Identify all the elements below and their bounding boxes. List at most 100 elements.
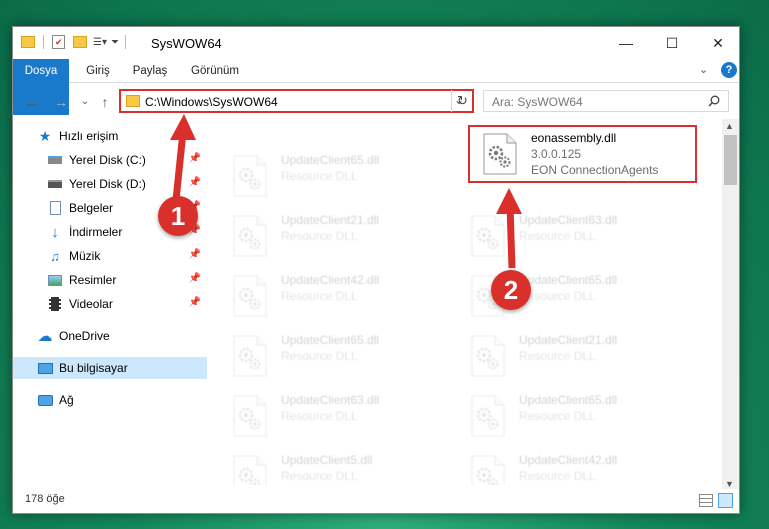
pin-icon[interactable]: 📌: [189, 177, 201, 188]
file-type: Resource DLL: [281, 349, 358, 363]
nav-music[interactable]: ♫ Müzik 📌: [47, 245, 205, 267]
file-item[interactable]: UpdateClient63.dll Resource DLL: [221, 389, 451, 445]
file-type: Resource DLL: [281, 289, 358, 303]
dll-file-icon: [471, 215, 505, 257]
dll-file-icon: [233, 215, 267, 257]
file-item[interactable]: UpdateClient42.dll Resource DLL: [459, 449, 689, 485]
pin-icon[interactable]: 📌: [189, 297, 201, 308]
file-item[interactable]: UpdateClient42.dll Resource DLL: [221, 269, 451, 325]
separator: [43, 35, 44, 49]
folder-icon: [126, 95, 140, 107]
close-button[interactable]: ✕: [695, 27, 741, 59]
pin-icon[interactable]: 📌: [189, 249, 201, 260]
nav-videos[interactable]: Videolar 📌: [47, 293, 205, 315]
ribbon-expand-icon[interactable]: ⌄: [699, 63, 708, 76]
title-bar: ✔ ☰▾ ⏷ SysWOW64 — ☐ ✕: [13, 27, 739, 59]
nav-local-disk-d[interactable]: Yerel Disk (D:) 📌: [47, 173, 205, 195]
refresh-button[interactable]: ↻: [451, 90, 473, 112]
file-item[interactable]: UpdateClient65.dll Resource DLL: [221, 149, 451, 205]
file-name: UpdateClient65.dll: [281, 333, 380, 347]
navigation-row: ← → ⌄ ↑ C:\Windows\SysWOW64 ⌄ ↻ Ara: Sys…: [13, 85, 739, 119]
back-button[interactable]: ←: [21, 91, 41, 113]
forward-button[interactable]: →: [51, 91, 71, 113]
nav-local-disk-c[interactable]: Yerel Disk (C:) 📌: [47, 149, 205, 171]
recent-locations-button[interactable]: ⌄: [75, 91, 95, 113]
file-item[interactable]: UpdateClient65.dll Resource DLL: [221, 329, 451, 385]
tab-share[interactable]: Paylaş: [127, 59, 173, 83]
file-name: UpdateClient63.dll: [281, 393, 380, 407]
properties-icon[interactable]: ✔: [52, 35, 65, 49]
dll-file-icon: [233, 155, 267, 197]
file-type: Resource DLL: [519, 409, 596, 423]
file-type: Resource DLL: [281, 469, 358, 483]
window-title: SysWOW64: [151, 36, 222, 51]
step-1-marker: 1: [158, 196, 198, 236]
tab-view[interactable]: Görünüm: [185, 59, 245, 83]
up-button[interactable]: ↑: [95, 91, 115, 113]
nav-label: Belgeler: [69, 201, 114, 215]
file-item[interactable]: UpdateClient21.dll Resource DLL: [459, 329, 689, 385]
nav-this-pc[interactable]: Bu bilgisayar: [13, 357, 207, 379]
vertical-scrollbar[interactable]: ▲ ▼: [722, 119, 739, 491]
nav-network[interactable]: Ağ: [37, 389, 205, 411]
file-type: Resource DLL: [281, 169, 358, 183]
search-icon[interactable]: [708, 95, 720, 107]
navigation-pane: ★ Hızlı erişim Yerel Disk (C:) 📌 Yerel D…: [13, 123, 207, 463]
file-name: UpdateClient21.dll: [519, 333, 618, 347]
star-icon: ★: [38, 127, 52, 144]
file-type: Resource DLL: [519, 469, 596, 483]
nav-label: Hızlı erişim: [59, 129, 119, 143]
file-name: UpdateClient65.dll: [281, 153, 380, 167]
maximize-button[interactable]: ☐: [649, 27, 695, 59]
large-icons-view-button[interactable]: [718, 493, 733, 508]
drive-icon: [47, 152, 63, 168]
nav-onedrive[interactable]: ☁ OneDrive: [37, 325, 205, 347]
address-path[interactable]: C:\Windows\SysWOW64: [145, 95, 278, 109]
nav-quick-access[interactable]: ★ Hızlı erişim: [37, 125, 205, 147]
file-item[interactable]: UpdateClient63.dll Resource DLL: [459, 209, 689, 265]
dll-file-icon: [471, 395, 505, 437]
file-item[interactable]: UpdateClient21.dll Resource DLL: [221, 209, 451, 265]
nav-pictures[interactable]: Resimler 📌: [47, 269, 205, 291]
nav-label: Ağ: [59, 393, 74, 407]
nav-label: Yerel Disk (D:): [69, 177, 146, 191]
help-icon[interactable]: ?: [721, 62, 737, 78]
dll-file-icon: [233, 215, 267, 257]
file-item[interactable]: UpdateClient5.dll Resource DLL: [221, 449, 451, 485]
address-bar[interactable]: C:\Windows\SysWOW64 ⌄: [119, 89, 474, 113]
file-name: UpdateClient21.dll: [281, 213, 380, 227]
pin-icon[interactable]: 📌: [189, 273, 201, 284]
tab-home[interactable]: Giriş: [79, 59, 117, 83]
dll-file-icon: [233, 275, 267, 317]
scroll-up-arrow-icon[interactable]: ▲: [725, 121, 734, 131]
dropdown-arrow-icon[interactable]: ⏷: [111, 37, 119, 48]
pin-icon[interactable]: 📌: [189, 153, 201, 164]
dll-file-icon: [471, 395, 505, 437]
dll-file-icon: [471, 455, 505, 485]
dll-file-icon: [233, 275, 267, 317]
file-item[interactable]: UpdateClient65.dll Resource DLL: [459, 389, 689, 445]
quick-access-toolbar: ✔ ☰▾ ⏷: [21, 35, 126, 49]
dll-file-icon: [471, 215, 505, 257]
dll-file-icon: [233, 335, 267, 377]
nav-label: Bu bilgisayar: [59, 361, 128, 375]
file-name: UpdateClient65.dll: [519, 393, 618, 407]
video-icon: [47, 296, 63, 312]
dll-file-icon: [471, 455, 505, 485]
scroll-thumb[interactable]: [724, 135, 737, 185]
document-icon: [47, 200, 63, 216]
new-folder-icon[interactable]: [73, 36, 87, 48]
drive-icon: [47, 176, 63, 192]
search-input[interactable]: Ara: SysWOW64: [492, 95, 583, 109]
dll-file-icon: [471, 335, 505, 377]
separator: [124, 35, 126, 49]
customize-icon[interactable]: ☰▾: [93, 37, 107, 48]
file-type: Resource DLL: [281, 409, 358, 423]
minimize-button[interactable]: —: [603, 27, 649, 59]
nav-label: İndirmeler: [69, 225, 123, 239]
scroll-down-arrow-icon[interactable]: ▼: [725, 479, 734, 489]
search-box[interactable]: Ara: SysWOW64: [483, 90, 729, 112]
dll-file-icon: [233, 455, 267, 485]
file-type: Resource DLL: [519, 229, 596, 243]
details-view-button[interactable]: [699, 494, 713, 507]
